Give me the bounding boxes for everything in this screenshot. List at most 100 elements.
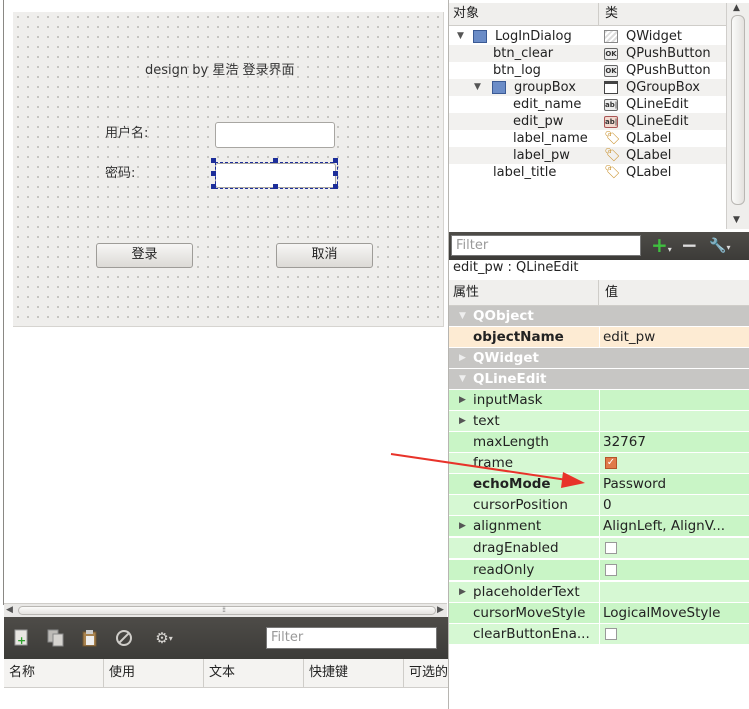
collapse-icon[interactable]: ▼ <box>457 28 464 45</box>
frame-checkbox[interactable]: ✓ <box>605 457 617 469</box>
readonly-checkbox[interactable] <box>605 564 617 576</box>
property-row-text[interactable]: ▶ text <box>449 411 749 432</box>
login-button[interactable]: 登录 <box>96 243 193 268</box>
scroll-left-icon[interactable]: ◀ <box>6 605 13 615</box>
scroll-down-icon[interactable]: ▼ <box>733 215 740 225</box>
vscroll-thumb[interactable] <box>731 15 745 205</box>
tree-row[interactable]: label_name 🏷 QLabel <box>449 130 726 147</box>
resize-handle-tr[interactable] <box>333 158 338 163</box>
label-tag-icon: 🏷 <box>604 131 621 146</box>
collapse-icon[interactable]: ▼ <box>459 369 466 390</box>
tree-row[interactable]: ▼ LogInDialog QWidget <box>449 28 726 45</box>
add-property-icon[interactable]: +▾ <box>651 233 672 262</box>
property-row-clearbuttonenabled[interactable]: clearButtonEna... <box>449 624 749 645</box>
resize-handle-bl[interactable] <box>211 184 216 189</box>
dragenabled-checkbox[interactable] <box>605 542 617 554</box>
property-row-objectname[interactable]: objectName edit_pw <box>449 327 749 348</box>
tree-row[interactable]: btn_clear OK QPushButton <box>449 45 726 62</box>
header-object[interactable]: 对象 <box>449 3 599 25</box>
action-editor: + ⚙ ▾ Filter 名称 使用 文本 快捷键 可选的 <box>4 617 448 709</box>
resize-handle-l[interactable] <box>211 171 216 176</box>
category-qobject[interactable]: ▼ QObject <box>449 306 749 327</box>
label-name[interactable]: 用户名: <box>105 122 148 141</box>
category-qwidget[interactable]: ▶ QWidget <box>449 348 749 369</box>
paste-icon[interactable] <box>80 628 100 648</box>
property-value[interactable]: AlignLeft, AlignV... <box>603 516 745 537</box>
object-inspector-scrollbar[interactable]: ▲ ▼ <box>726 3 749 229</box>
pushbutton-icon: OK <box>604 65 618 77</box>
header-value[interactable]: 值 <box>601 280 741 305</box>
property-row-inputmask[interactable]: ▶ inputMask <box>449 390 749 411</box>
tree-row[interactable]: edit_name ab| QLineEdit <box>449 96 726 113</box>
collapse-icon[interactable]: ▼ <box>459 306 466 327</box>
expand-icon[interactable]: ▶ <box>459 411 466 432</box>
property-row-placeholdertext[interactable]: ▶ placeholderText <box>449 582 749 603</box>
action-editor-toolbar: + ⚙ ▾ Filter <box>4 617 448 659</box>
cancel-button[interactable]: 取消 <box>276 243 373 268</box>
tree-class-name: QPushButton <box>626 63 711 78</box>
property-value[interactable]: edit_pw <box>603 327 745 348</box>
new-action-icon[interactable]: + <box>12 628 32 648</box>
resize-handle-t[interactable] <box>273 158 278 163</box>
header-class[interactable]: 类 <box>601 3 727 25</box>
column-header-checkable[interactable]: 可选的 <box>404 659 448 687</box>
resize-handle-r[interactable] <box>333 171 338 176</box>
tree-object-name: btn_clear <box>493 46 554 61</box>
expand-icon[interactable]: ▶ <box>459 516 466 537</box>
tree-row[interactable]: label_title 🏷 QLabel <box>449 164 726 181</box>
resize-handle-b[interactable] <box>273 184 278 189</box>
canvas-horizontal-scrollbar[interactable]: ◀ ⁞⁞ ▶ <box>4 603 447 617</box>
edit-name-input[interactable] <box>215 122 335 148</box>
property-row-cursorposition[interactable]: cursorPosition 0 <box>449 495 749 516</box>
expand-icon[interactable]: ▶ <box>459 390 466 411</box>
tree-object-name: label_pw <box>513 148 570 163</box>
remove-property-icon[interactable]: − <box>681 233 698 257</box>
clearbutton-checkbox[interactable] <box>605 628 617 640</box>
scrollbar-thumb[interactable]: ⁞⁞ <box>18 605 436 615</box>
column-header-name[interactable]: 名称 <box>4 659 104 687</box>
header-property[interactable]: 属性 <box>449 280 599 305</box>
property-row-dragenabled[interactable]: dragEnabled <box>449 538 749 559</box>
copy-icon[interactable] <box>46 628 66 648</box>
column-header-shortcut[interactable]: 快捷键 <box>304 659 404 687</box>
tree-object-name: edit_pw <box>513 114 564 129</box>
property-row-readonly[interactable]: readOnly <box>449 560 749 581</box>
property-value[interactable]: Password <box>603 474 745 495</box>
delete-icon[interactable] <box>114 628 134 648</box>
property-editor-toolbar: Filter +▾ − 🔧▾ <box>449 232 749 260</box>
tree-row[interactable]: btn_log OK QPushButton <box>449 62 726 79</box>
column-header-used[interactable]: 使用 <box>104 659 204 687</box>
tree-class-name: QLineEdit <box>626 97 689 112</box>
tree-class-name: QLabel <box>626 148 672 163</box>
property-value[interactable]: LogicalMoveStyle <box>603 603 745 624</box>
expand-icon[interactable]: ▶ <box>459 348 466 369</box>
property-value[interactable]: 32767 <box>603 432 745 453</box>
property-row-cursormovestyle[interactable]: cursorMoveStyle LogicalMoveStyle <box>449 603 749 624</box>
scroll-up-icon[interactable]: ▲ <box>733 3 740 13</box>
expand-icon[interactable]: ▶ <box>459 582 466 603</box>
scroll-right-icon[interactable]: ▶ <box>437 605 444 615</box>
property-row-alignment[interactable]: ▶ alignment AlignLeft, AlignV... <box>449 516 749 537</box>
label-title[interactable]: design by 星浩 登录界面 <box>145 59 345 78</box>
gear-icon[interactable]: ⚙ ▾ <box>150 628 178 648</box>
tree-row-selected[interactable]: edit_pw ab| QLineEdit <box>449 113 726 130</box>
tree-row[interactable]: ▼ groupBox QGroupBox <box>449 79 726 96</box>
property-value[interactable]: 0 <box>603 495 745 516</box>
grip-icon: ⁞⁞ <box>222 605 226 614</box>
tree-row[interactable]: label_pw 🏷 QLabel <box>449 147 726 164</box>
collapse-icon[interactable]: ▼ <box>474 79 481 96</box>
tree-class-name: QPushButton <box>626 46 711 61</box>
action-filter-input[interactable]: Filter <box>266 627 437 649</box>
arrow-shaft <box>390 453 568 481</box>
tree-object-name: LogInDialog <box>495 29 572 44</box>
resize-handle-tl[interactable] <box>211 158 216 163</box>
tree-object-name: btn_log <box>493 63 541 78</box>
login-dialog-form[interactable]: design by 星浩 登录界面 用户名: 密码: 登录 取消 <box>13 12 444 327</box>
label-pw[interactable]: 密码: <box>105 162 135 181</box>
column-header-text[interactable]: 文本 <box>204 659 304 687</box>
property-table-header: 属性 值 <box>449 280 749 306</box>
category-qlineedit[interactable]: ▼ QLineEdit <box>449 369 749 390</box>
resize-handle-br[interactable] <box>333 184 338 189</box>
configure-wrench-icon[interactable]: 🔧▾ <box>709 236 730 258</box>
property-filter-input[interactable]: Filter <box>451 235 641 256</box>
